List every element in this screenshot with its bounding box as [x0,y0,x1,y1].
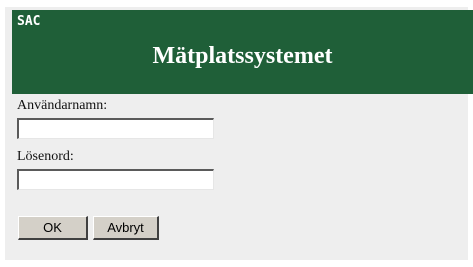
password-label: Lösenord: [17,149,74,164]
page-title: Mätplatssystemet [152,43,333,69]
username-input[interactable] [17,118,214,139]
cancel-button[interactable]: Avbryt [93,216,159,240]
sac-logo: SAC [17,14,41,29]
password-input[interactable] [17,169,214,190]
ok-button[interactable]: OK [18,216,88,240]
header-banner: SAC Mätplatssystemet [12,10,473,94]
username-label: Användarnamn: [17,98,108,113]
